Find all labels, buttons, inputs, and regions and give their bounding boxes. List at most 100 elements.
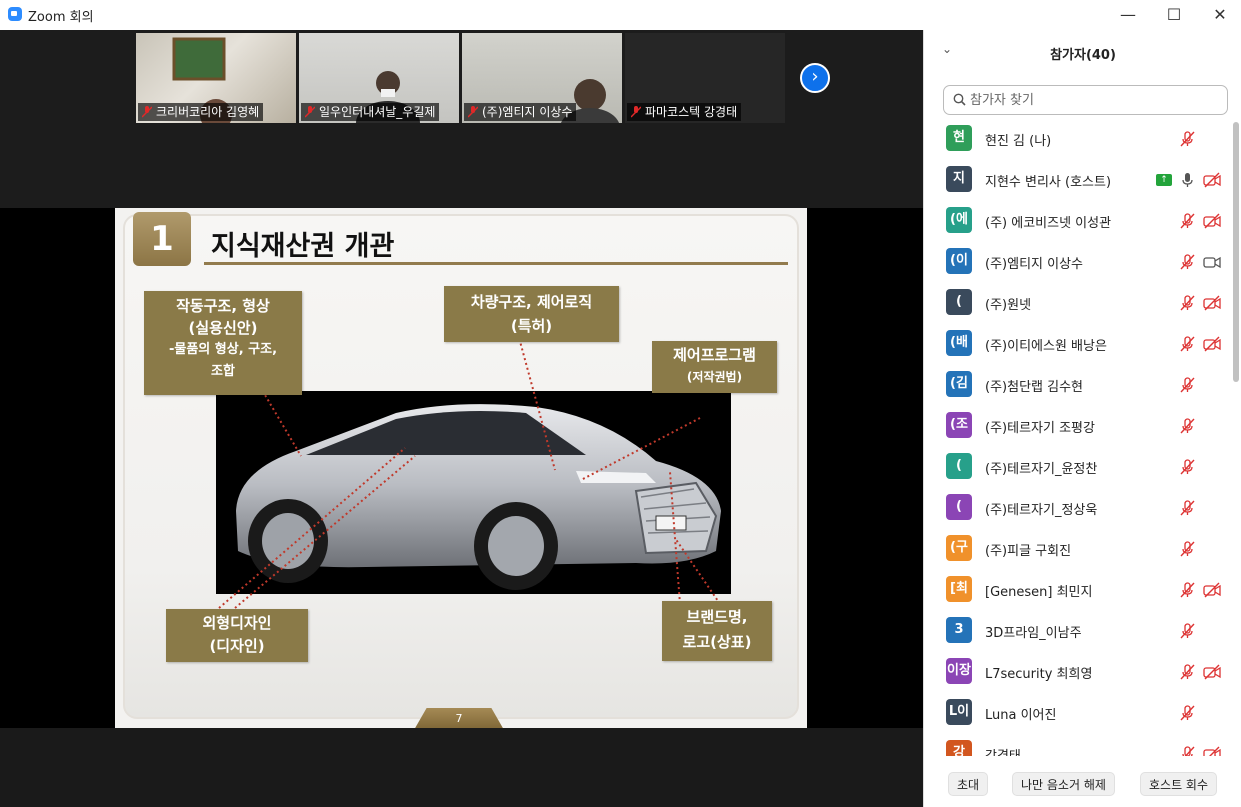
avatar: ( — [946, 289, 972, 315]
participant-row[interactable]: (조 (주)테르자기 조평강 — [924, 406, 1232, 447]
mic-muted-icon — [631, 106, 641, 118]
mic-muted-icon[interactable] — [1178, 418, 1196, 434]
mic-muted-icon[interactable] — [1178, 213, 1196, 229]
mic-muted-icon[interactable] — [1178, 459, 1196, 475]
avatar: 강 — [946, 740, 972, 756]
avatar: (이 — [946, 248, 972, 274]
participant-name: [Genesen] 최민지 — [985, 585, 1093, 600]
avatar: 현 — [946, 125, 972, 151]
participant-row[interactable]: ((주)테르자기_윤정찬 — [924, 447, 1232, 488]
minimize-button[interactable]: — — [1105, 0, 1151, 30]
video-thumbnail[interactable]: (주)엠티지 이상수 — [462, 33, 622, 123]
mic-muted-icon[interactable] — [1178, 295, 1196, 311]
callout-design: 외형디자인 (디자인) — [166, 609, 308, 662]
participant-row[interactable]: (구 (주)피글 구회진 — [924, 529, 1232, 570]
participant-row[interactable]: ((주)테르자기_정상욱 — [924, 488, 1232, 529]
mic-muted-icon[interactable] — [1178, 664, 1196, 680]
participant-name: (주)원넷 — [985, 298, 1032, 313]
participant-row[interactable]: 이장 L7security 최희영 — [924, 652, 1232, 693]
participant-row[interactable]: 현 현진 김 (나) — [924, 119, 1232, 160]
title-bar: Zoom 회의 — ☐ ✕ — [0, 0, 1241, 30]
mic-muted-icon — [142, 106, 152, 118]
video-off-icon[interactable] — [1203, 213, 1221, 229]
mic-muted-icon[interactable] — [1178, 582, 1196, 598]
invite-button[interactable]: 초대 — [948, 772, 989, 796]
participant-row[interactable]: [최 [Genesen] 최민지 — [924, 570, 1232, 611]
participant-row[interactable]: L이 Luna 이어진 — [924, 693, 1232, 734]
participant-name-label: 일우인터내셔날_우길제 — [301, 103, 440, 121]
participant-name: (주)엠티지 이상수 — [985, 257, 1083, 272]
participant-row[interactable]: 강 강경태 — [924, 734, 1232, 756]
participant-name-label: 크리버코리아 김영혜 — [138, 103, 264, 121]
video-thumbnail[interactable]: 크리버코리아 김영혜 — [136, 33, 296, 123]
participant-name-label: 파마코스텍 강경태 — [627, 103, 742, 121]
mic-muted-icon[interactable] — [1178, 377, 1196, 393]
zoom-logo-icon — [8, 7, 22, 21]
participants-footer: 초대 나만 음소거 해제 호스트 회수 — [924, 766, 1241, 807]
next-thumbnails-button[interactable]: › — [800, 63, 830, 93]
mic-icon[interactable] — [1178, 172, 1196, 188]
participant-name: 강경태 — [985, 745, 1021, 756]
video-off-icon[interactable] — [1203, 664, 1221, 680]
participants-panel: ⌄ 참가자(40) 현 현진 김 (나) 지 지현수 변리사 (호스트) ↑ (에 (주) … — [923, 30, 1241, 807]
video-off-icon[interactable] — [1203, 336, 1221, 352]
meeting-video-area: 크리버코리아 김영혜 일우인터내셔날_우길제 (주)엠티지 이상수 파마코스텍 … — [0, 30, 923, 807]
participant-row[interactable]: ( (주)원넷 — [924, 283, 1232, 324]
unmute-me-button[interactable]: 나만 음소거 해제 — [1012, 772, 1115, 796]
video-thumbnail[interactable]: 파마코스텍 강경태 — [625, 33, 785, 123]
avatar: (배 — [946, 330, 972, 356]
slide-page-number: 7 — [414, 708, 504, 728]
mic-muted-icon[interactable] — [1178, 254, 1196, 270]
mic-muted-icon[interactable] — [1178, 336, 1196, 352]
participant-name: (주)피글 구회진 — [985, 544, 1072, 559]
participant-row[interactable]: 3 3D프라임_이남주 — [924, 611, 1232, 652]
participant-name: Luna 이어진 — [985, 708, 1057, 723]
video-off-icon[interactable] — [1203, 582, 1221, 598]
video-off-icon[interactable] — [1203, 746, 1221, 756]
maximize-button[interactable]: ☐ — [1151, 0, 1197, 30]
mic-muted-icon[interactable] — [1178, 746, 1196, 756]
participant-name: 현진 김 (나) — [985, 134, 1052, 149]
callout-copyright: 제어프로그램 (저작권법) — [652, 341, 777, 393]
participant-search-input[interactable] — [943, 85, 1228, 115]
car-illustration — [236, 404, 721, 590]
video-thumbnail[interactable]: 일우인터내셔날_우길제 — [299, 33, 459, 123]
participants-title: 참가자(40) — [1050, 48, 1116, 63]
video-off-icon[interactable] — [1203, 295, 1221, 311]
mic-muted-icon — [468, 106, 478, 118]
video-camera-icon[interactable] — [1203, 254, 1221, 270]
mic-muted-icon[interactable] — [1178, 131, 1196, 147]
callout-utility-model: 작동구조, 형상 (실용신안) -물품의 형상, 구조, 조합 — [144, 291, 302, 395]
title-underline — [204, 262, 788, 265]
avatar: ( — [946, 494, 972, 520]
participant-row[interactable]: (배 (주)이티에스원 배낭은 — [924, 324, 1232, 365]
participant-row[interactable]: 지 지현수 변리사 (호스트) ↑ — [924, 160, 1232, 201]
mic-muted-icon[interactable] — [1178, 541, 1196, 557]
participant-name: (주)이티에스원 배낭은 — [985, 339, 1107, 354]
mic-muted-icon — [305, 106, 315, 118]
avatar: 3 — [946, 617, 972, 643]
mic-muted-icon[interactable] — [1178, 623, 1196, 639]
participant-row[interactable]: (김 (주)첨단랩 김수현 — [924, 365, 1232, 406]
shared-screen: 1 지식재산권 개관 작동구조, 형상 (실용신안) -물품의 형상, 구조, … — [0, 208, 923, 728]
participant-row[interactable]: (에 (주) 에코비즈넷 이성관 — [924, 201, 1232, 242]
avatar: (김 — [946, 371, 972, 397]
scrollbar-thumb[interactable] — [1233, 122, 1239, 382]
video-off-icon[interactable] — [1203, 172, 1221, 188]
car-image — [216, 391, 731, 594]
mic-muted-icon[interactable] — [1178, 705, 1196, 721]
thumbnail-strip: 크리버코리아 김영혜 일우인터내셔날_우길제 (주)엠티지 이상수 파마코스텍 … — [0, 30, 923, 208]
participant-name-label: (주)엠티지 이상수 — [464, 103, 577, 121]
avatar: (구 — [946, 535, 972, 561]
participant-list-scrollbar[interactable] — [1232, 119, 1240, 756]
slide-section-number: 1 — [133, 212, 191, 266]
participant-row[interactable]: (이 (주)엠티지 이상수 — [924, 242, 1232, 283]
search-icon — [953, 93, 966, 106]
avatar: [최 — [946, 576, 972, 602]
participant-name: 3D프라임_이남주 — [985, 626, 1082, 641]
reclaim-host-button[interactable]: 호스트 회수 — [1140, 772, 1218, 796]
screen-share-icon: ↑ — [1156, 174, 1172, 186]
mic-muted-icon[interactable] — [1178, 500, 1196, 516]
close-button[interactable]: ✕ — [1197, 0, 1241, 30]
presentation-slide: 1 지식재산권 개관 작동구조, 형상 (실용신안) -물품의 형상, 구조, … — [115, 208, 807, 728]
